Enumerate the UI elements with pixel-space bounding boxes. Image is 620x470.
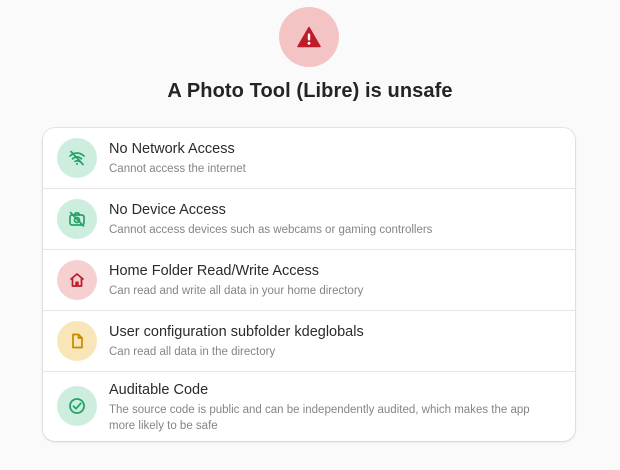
item-subtitle: Cannot access the internet (109, 163, 246, 175)
list-item-config-subfolder: User configuration subfolder kdeglobals … (43, 311, 575, 372)
list-item-network: No Network Access Cannot access the inte… (43, 128, 575, 189)
check-circle-icon (57, 386, 97, 426)
home-icon (57, 260, 97, 300)
item-title: Auditable Code (109, 382, 209, 398)
list-item-devices: No Device Access Cannot access devices s… (43, 189, 575, 250)
warning-badge (279, 7, 339, 67)
item-subtitle: Cannot access devices such as webcams or… (109, 224, 433, 236)
item-title: No Network Access (109, 141, 235, 157)
item-title: No Device Access (109, 202, 226, 218)
item-subtitle: Can read all data in the directory (109, 346, 276, 358)
page-title: A Photo Tool (Libre) is unsafe (167, 80, 453, 102)
warning-icon (297, 26, 321, 48)
camera-disabled-icon (57, 199, 97, 239)
network-disabled-icon (57, 138, 97, 178)
document-icon (57, 321, 97, 361)
item-subtitle: The source code is public and can be ind… (109, 404, 530, 432)
permissions-list: No Network Access Cannot access the inte… (43, 128, 575, 441)
item-title: User configuration subfolder kdeglobals (109, 324, 364, 340)
item-subtitle: Can read and write all data in your home… (109, 285, 364, 297)
list-item-home-folder: Home Folder Read/Write Access Can read a… (43, 250, 575, 311)
item-title: Home Folder Read/Write Access (109, 263, 320, 279)
list-item-auditable-code: Auditable Code The source code is public… (43, 372, 575, 441)
